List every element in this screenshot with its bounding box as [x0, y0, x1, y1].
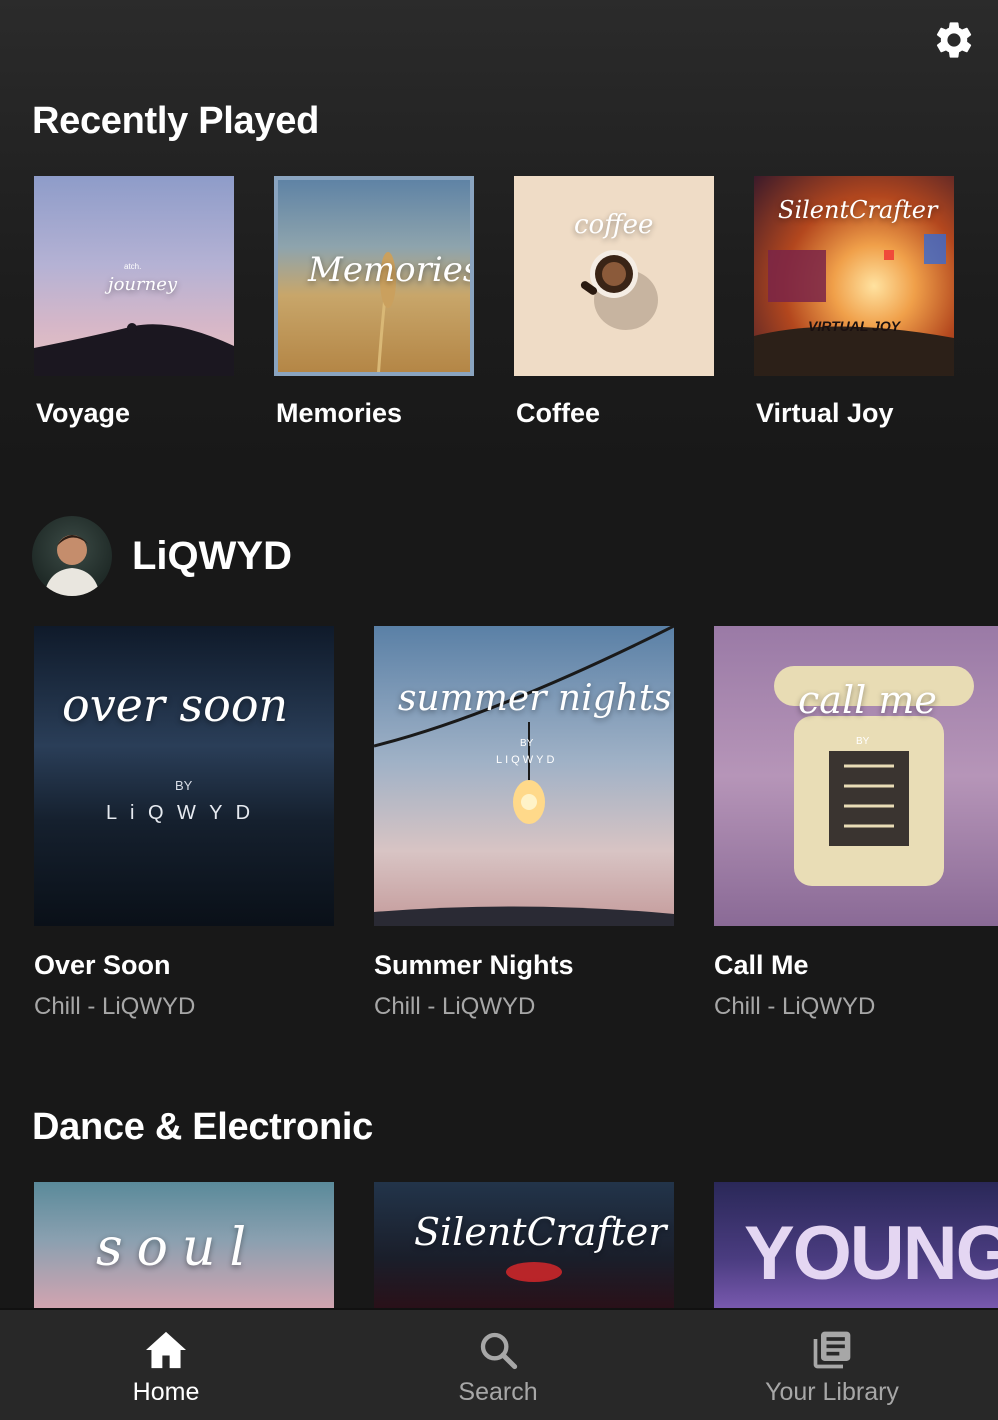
album-art: SilentCrafter VIRTUAL JOY [754, 176, 954, 376]
nav-search-label: Search [458, 1378, 538, 1406]
album-subtitle: Chill - LiQWYD [714, 993, 876, 1020]
dance-item-young[interactable]: YOUNG [714, 1182, 998, 1310]
art-script-text: over soon [62, 678, 289, 732]
recent-item-voyage[interactable]: atch. journey Voyage [34, 176, 234, 428]
art-script-text: soul [96, 1218, 261, 1278]
nav-library-label: Your Library [765, 1378, 899, 1406]
recent-item-memories[interactable]: Memories Memories [274, 176, 474, 428]
album-title: Over Soon [34, 950, 171, 980]
nav-home-label: Home [132, 1378, 200, 1406]
art-script-text: call me [798, 678, 937, 722]
art-by-label: BY [175, 778, 193, 793]
art-title-text: YOUNG [744, 1211, 998, 1296]
nav-search[interactable]: Search [332, 1310, 664, 1420]
recent-item-label: Coffee [516, 398, 601, 428]
album-art: Memories [274, 176, 474, 376]
recent-item-label: Virtual Joy [756, 398, 894, 428]
home-icon [146, 1331, 186, 1369]
settings-button[interactable] [930, 16, 978, 64]
album-title: Summer Nights [374, 950, 574, 980]
album-art: call me BY [714, 626, 998, 926]
art-artist-label: LIQWYD [496, 754, 558, 766]
album-art: coffee [514, 176, 714, 376]
dance-item-soul[interactable]: soul [34, 1182, 334, 1310]
art-artist-label: L i Q W Y D [106, 802, 255, 824]
nav-home[interactable]: Home [0, 1310, 332, 1420]
art-by-label: BY [856, 736, 870, 747]
recently-played-title: Recently Played [32, 100, 319, 142]
artist-name: LiQWYD [132, 533, 292, 578]
art-script-text: SilentCrafter [778, 196, 938, 224]
album-card-summer-nights[interactable]: summer nights BY LIQWYD Summer Nights Ch… [374, 626, 674, 1021]
art-small-label: atch. [124, 262, 142, 271]
album-art: summer nights BY LIQWYD [374, 626, 674, 926]
art-script-text: summer nights [398, 678, 672, 719]
nav-library[interactable]: Your Library [666, 1310, 998, 1420]
art-script-text: Memories [308, 250, 474, 290]
art-by-label: BY [520, 738, 534, 749]
artist-header[interactable]: LiQWYD [32, 516, 292, 596]
album-art: atch. journey [34, 176, 234, 376]
recent-item-virtual-joy[interactable]: SilentCrafter VIRTUAL JOY Virtual Joy [754, 176, 954, 428]
album-art: over soon BY L i Q W Y D [34, 626, 334, 926]
artist-avatar [32, 516, 112, 596]
recent-item-label: Voyage [36, 398, 131, 428]
dance-item-silentcrafter[interactable]: SilentCrafter [374, 1182, 674, 1310]
art-script-text: coffee [574, 210, 654, 240]
recent-item-coffee[interactable]: coffee Coffee [514, 176, 714, 428]
album-subtitle: Chill - LiQWYD [34, 993, 196, 1020]
gear-icon [936, 22, 972, 58]
dance-electronic-title: Dance & Electronic [32, 1106, 373, 1148]
library-icon [813, 1331, 851, 1369]
search-icon [480, 1332, 518, 1370]
recent-item-label: Memories [276, 398, 403, 428]
bottom-nav: Home Search Your Library [0, 1308, 998, 1420]
album-title: Call Me [714, 950, 809, 980]
album-card-over-soon[interactable]: over soon BY L i Q W Y D Over Soon Chill… [34, 626, 334, 1021]
art-script-text: journey [108, 274, 178, 295]
art-script-text: SilentCrafter [414, 1210, 667, 1254]
album-subtitle: Chill - LiQWYD [374, 993, 536, 1020]
art-subtitle: VIRTUAL JOY [808, 318, 901, 334]
album-card-call-me[interactable]: call me BY Call Me Chill - LiQWYD [714, 626, 998, 1021]
